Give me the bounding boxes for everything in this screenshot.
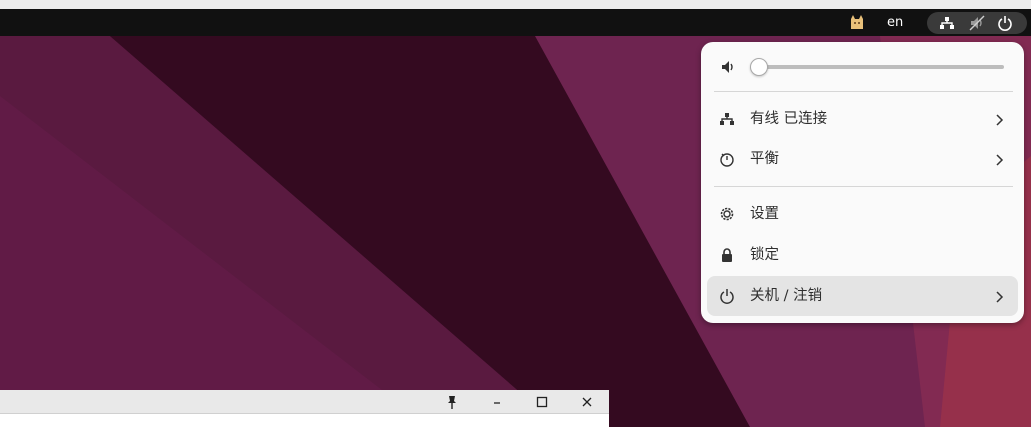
separator xyxy=(714,91,1013,92)
network-wired-icon xyxy=(939,15,955,31)
minimize-icon[interactable] xyxy=(489,394,505,410)
lock-icon xyxy=(719,247,735,263)
app-window xyxy=(0,390,609,427)
chevron-right-icon xyxy=(994,289,1004,303)
separator xyxy=(714,186,1013,187)
volume-slider-track[interactable] xyxy=(759,65,1004,69)
settings-item[interactable]: 设置 xyxy=(707,194,1018,234)
volume-icon xyxy=(720,59,736,75)
pin-icon[interactable] xyxy=(444,394,460,410)
wired-connection-item[interactable]: 有线 已连接 xyxy=(707,99,1018,139)
power-profile-item[interactable]: 平衡 xyxy=(707,139,1018,179)
lock-label: 锁定 xyxy=(750,247,779,263)
chevron-right-icon xyxy=(994,152,1004,166)
power-profile-label: 平衡 xyxy=(750,151,779,167)
volume-muted-icon xyxy=(969,15,985,31)
settings-label: 设置 xyxy=(750,206,779,222)
window-titlebar[interactable] xyxy=(0,390,609,414)
volume-slider-knob[interactable] xyxy=(750,58,768,76)
close-icon[interactable] xyxy=(579,394,595,410)
chevron-right-icon xyxy=(994,112,1004,126)
input-language-indicator[interactable]: en xyxy=(887,13,903,33)
top-strip xyxy=(0,0,1031,9)
network-wired-icon xyxy=(719,111,735,127)
lock-item[interactable]: 锁定 xyxy=(707,235,1018,275)
power-icon xyxy=(997,15,1013,31)
top-panel xyxy=(0,9,1031,36)
power-off-logout-item[interactable]: 关机 / 注销 xyxy=(707,276,1018,316)
settings-gear-icon xyxy=(719,206,735,222)
quick-settings-menu: 有线 已连接 平衡 设置 锁定 关机 / 注销 xyxy=(701,42,1024,323)
maximize-icon[interactable] xyxy=(534,394,550,410)
wired-connection-label: 有线 已连接 xyxy=(750,111,828,127)
power-profile-icon xyxy=(719,151,735,167)
cat-app-icon[interactable] xyxy=(847,13,867,33)
window-content xyxy=(0,414,609,427)
system-status-indicators[interactable] xyxy=(927,12,1027,34)
power-icon xyxy=(719,288,735,304)
power-off-logout-label: 关机 / 注销 xyxy=(750,288,823,304)
